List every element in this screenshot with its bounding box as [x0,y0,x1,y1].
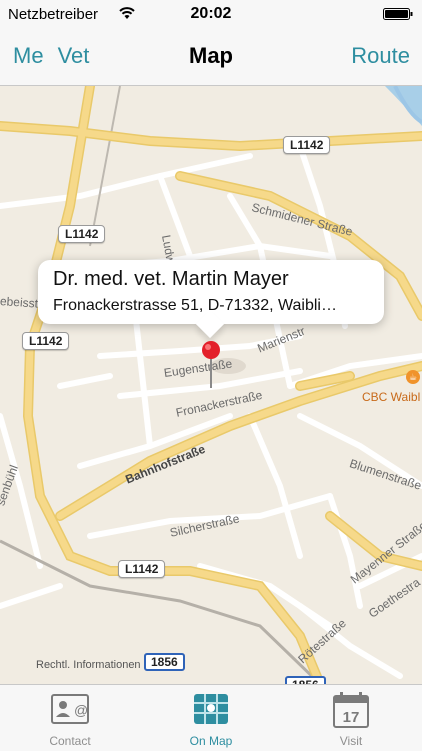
callout-title: Dr. med. vet. Martin Mayer [53,268,289,290]
calendar-icon: 17 [333,692,369,728]
navigation-bar: Me Vet Map Route [0,28,422,86]
route-badge: 1856 [144,653,185,671]
contact-card-icon: @ [51,694,89,724]
callout-address: Fronackerstrasse 51, D-71332, Waibli… [53,297,337,314]
tab-visit[interactable]: 17 Visit [281,685,421,751]
nav-left-group: Me Vet [13,43,103,69]
tab-contact[interactable]: @ Contact [0,685,140,751]
me-button[interactable]: Me [13,43,44,68]
map-pin-icon[interactable] [199,340,223,390]
tab-label: On Map [189,734,233,748]
tab-label: Contact [49,734,91,748]
road-badge: L1142 [58,225,106,243]
cafe-icon[interactable]: ☕ [406,370,420,384]
svg-text:@: @ [74,702,88,718]
road-badge: L1142 [22,332,70,350]
map-view[interactable]: L1142 L1142 L1142 L1142 1856 1856 Schmid… [0,86,422,684]
legal-link[interactable]: Rechtl. Informationen [36,659,141,671]
location-callout[interactable]: Dr. med. vet. Martin Mayer Fronackerstra… [38,260,384,324]
poi-label[interactable]: CBC Waibl [362,390,420,404]
battery-icon [383,8,413,20]
route-button[interactable]: Route [351,43,410,69]
tab-label: Visit [339,734,363,748]
status-bar: Netzbetreiber 20:02 [0,0,422,28]
road-badge: L1142 [118,560,166,578]
tab-bar: @ Contact On Map 17 Visit [0,684,422,751]
vet-button[interactable]: Vet [58,43,90,68]
tab-on-map[interactable]: On Map [141,685,281,751]
street-label: ebeisstr [0,294,43,311]
road-badge: L1142 [283,136,331,154]
route-badge: 1856 [285,676,326,684]
map-icon [194,694,228,724]
calendar-day: 17 [343,709,360,726]
clock: 20:02 [190,5,232,22]
